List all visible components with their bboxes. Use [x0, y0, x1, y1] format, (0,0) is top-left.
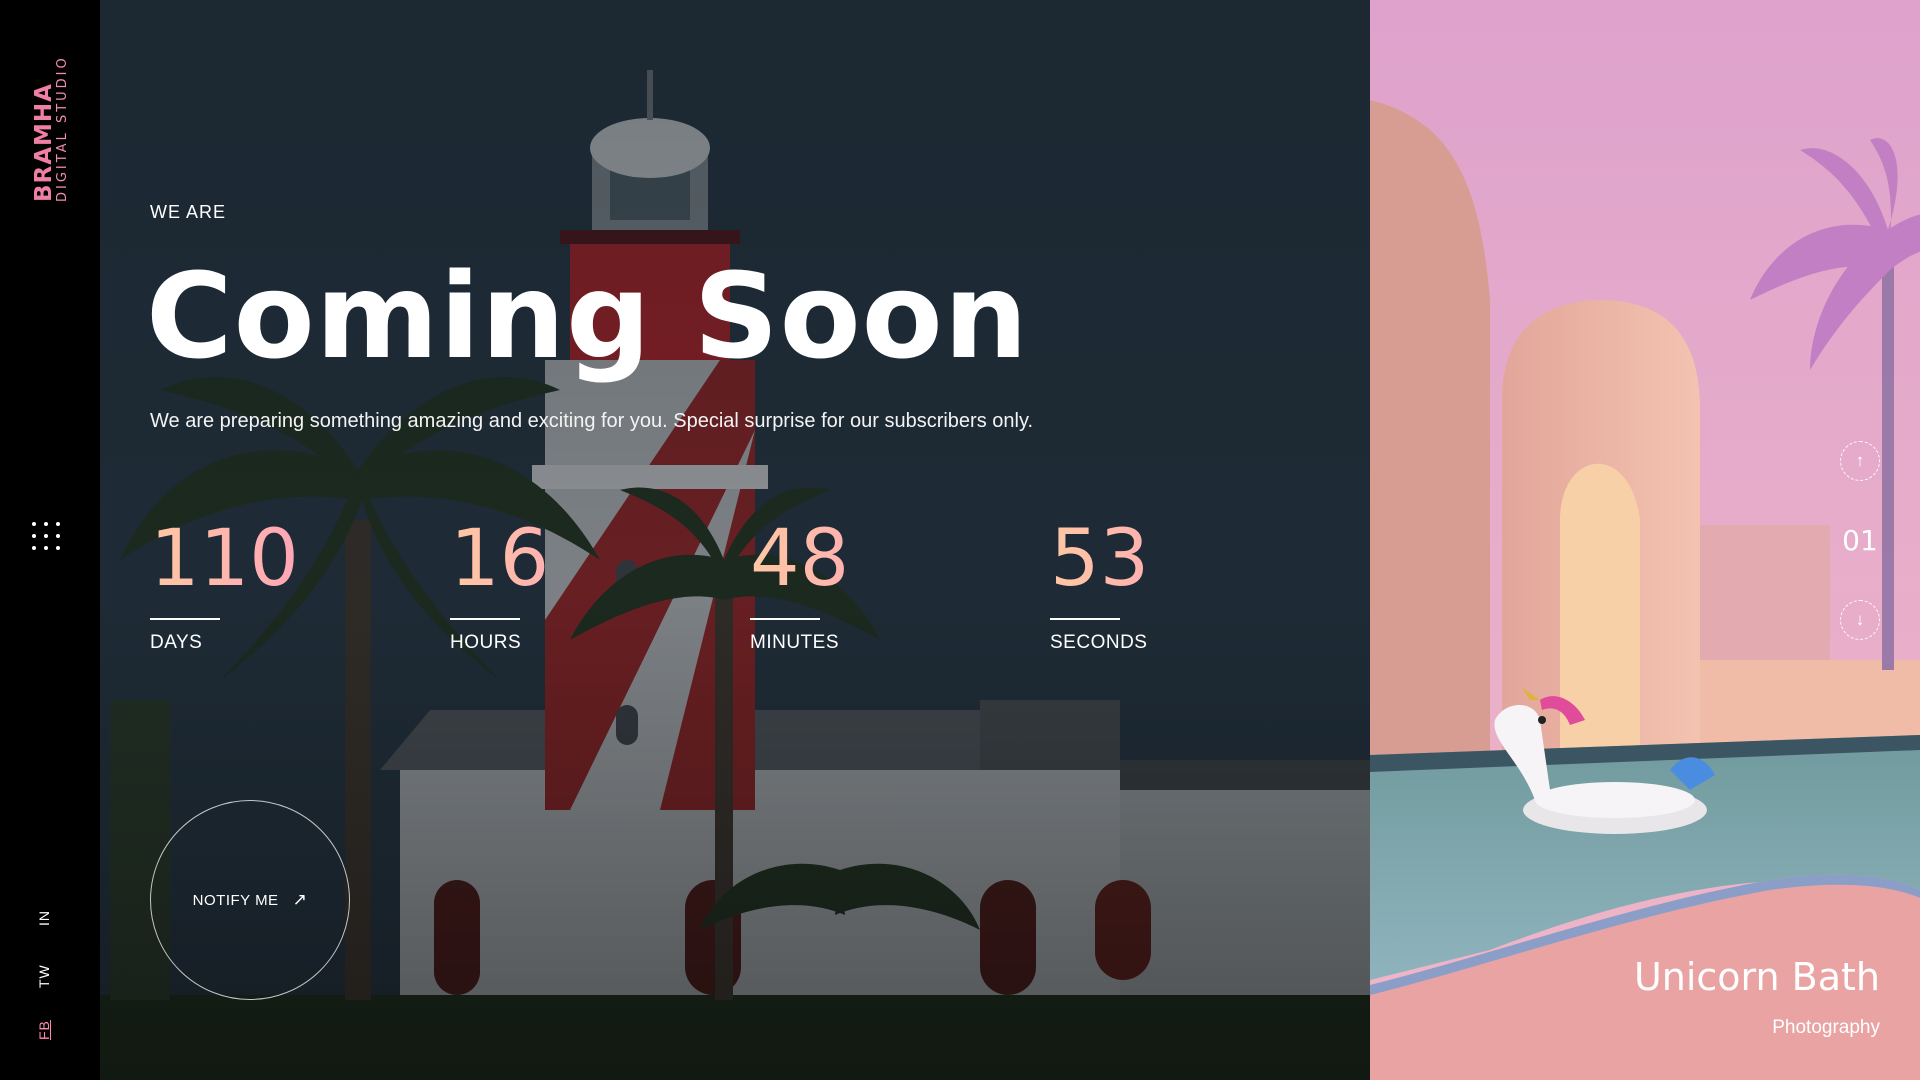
project-title[interactable]: Unicorn Bath	[1634, 955, 1880, 999]
arrow-up-icon[interactable]: ↑	[1840, 441, 1880, 481]
brand-logo[interactable]: BRAMHA DIGITAL STUDIO	[29, 38, 71, 203]
countdown-days: 110 DAYS	[150, 514, 410, 654]
countdown-days-label: DAYS	[150, 632, 203, 653]
project-category: Photography	[1772, 1017, 1880, 1038]
countdown-minutes-value: 48	[750, 514, 1010, 604]
project-preview-panel[interactable]: ↑ 01 ↓ Unicorn Bath Photography	[1370, 0, 1920, 1080]
notify-me-button[interactable]: NOTIFY ME ↗	[150, 800, 350, 1000]
hero-section: WE ARE Coming Soon We are preparing some…	[100, 0, 1370, 1080]
divider	[1050, 618, 1120, 620]
countdown-hours-value: 16	[450, 514, 710, 604]
brand-name: BRAMHA	[31, 83, 57, 202]
page-title: Coming Soon	[146, 247, 1029, 385]
countdown-hours: 16 HOURS	[450, 514, 710, 654]
divider	[150, 618, 220, 620]
divider	[750, 618, 820, 620]
hero-subtitle: We are preparing something amazing and e…	[150, 410, 1034, 432]
arrow-down-icon[interactable]: ↓	[1840, 600, 1880, 640]
brand-tagline: DIGITAL STUDIO	[55, 55, 70, 202]
countdown-seconds: 53 SECONDS	[1050, 514, 1310, 654]
social-link-linkedin[interactable]: IN	[36, 910, 52, 926]
slide-number: 01	[1842, 524, 1878, 557]
social-link-twitter[interactable]: TW	[36, 964, 52, 988]
countdown-hours-label: HOURS	[450, 632, 522, 653]
divider	[450, 618, 520, 620]
countdown-minutes-label: MINUTES	[750, 632, 839, 653]
countdown-days-value: 110	[150, 514, 410, 604]
unicorn-pool-image	[1370, 0, 1920, 1080]
arrow-up-right-icon: ↗	[292, 890, 308, 909]
countdown-seconds-label: SECONDS	[1050, 632, 1148, 653]
hero-eyebrow: WE ARE	[150, 202, 227, 222]
social-link-facebook[interactable]: FB	[36, 1020, 52, 1040]
grid-dots-icon[interactable]	[32, 522, 66, 556]
countdown-minutes: 48 MINUTES	[750, 514, 1010, 654]
notify-me-label: NOTIFY ME	[192, 891, 279, 909]
countdown-seconds-value: 53	[1050, 514, 1310, 604]
sidebar: BRAMHA DIGITAL STUDIO IN TW FB	[0, 0, 100, 1080]
